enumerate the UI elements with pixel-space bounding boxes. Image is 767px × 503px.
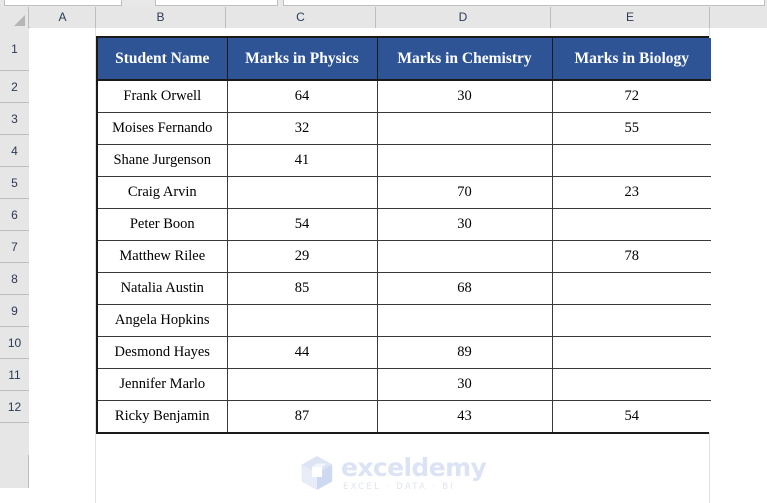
column-header-d[interactable]: D [376,7,551,28]
cell-physics[interactable] [227,176,378,209]
column-header-a[interactable]: A [30,7,96,28]
cell-physics[interactable] [227,304,378,337]
formula-bar-mid-box[interactable] [155,0,278,6]
cell-student-name[interactable]: Craig Arvin [98,176,228,209]
cell-chemistry[interactable] [377,144,553,177]
column-header-band: A B C D E [0,7,767,28]
row-header-9[interactable]: 9 [0,295,29,327]
column-header-f-partial[interactable] [710,7,767,28]
table-row[interactable]: Shane Jurgenson 41 [98,144,711,177]
cell-chemistry[interactable]: 30 [377,80,553,113]
row-header-8[interactable]: 8 [0,263,29,295]
row-header-12[interactable]: 12 [0,391,29,423]
row-header-3[interactable]: 3 [0,103,29,135]
formula-bar-strip [0,0,767,7]
row-header-13-partial[interactable] [0,423,29,455]
cell-student-name[interactable]: Frank Orwell [98,80,228,113]
cell-biology[interactable]: 78 [552,240,711,273]
cell-physics[interactable]: 29 [227,240,378,273]
cell-biology[interactable]: 55 [552,112,711,145]
cell-student-name[interactable]: Ricky Benjamin [98,400,228,432]
name-box[interactable] [4,0,122,6]
cell-physics[interactable]: 44 [227,336,378,369]
cell-chemistry[interactable] [377,240,553,273]
select-all-button[interactable] [0,7,29,28]
row-header-1[interactable]: 1 [0,28,29,71]
cell-chemistry[interactable]: 43 [377,400,553,432]
cell-physics[interactable]: 64 [227,80,378,113]
cell-student-name[interactable]: Angela Hopkins [98,304,228,337]
table-row[interactable]: Moises Fernando 32 55 [98,112,711,145]
header-marks-in-chemistry[interactable]: Marks in Chemistry [377,38,553,81]
cell-chemistry[interactable]: 30 [377,208,553,241]
table-header-row: Student Name Marks in Physics Marks in C… [98,38,711,81]
cell-biology[interactable] [552,144,711,177]
header-student-name[interactable]: Student Name [98,38,228,81]
cell-physics[interactable]: 87 [227,400,378,432]
table-body: Frank Orwell 64 30 72 Moises Fernando 32… [98,80,711,432]
cell-student-name[interactable]: Shane Jurgenson [98,144,228,177]
row-header-5[interactable]: 5 [0,167,29,199]
row-header-7[interactable]: 7 [0,231,29,263]
cell-biology[interactable] [552,368,711,401]
cell-student-name[interactable]: Peter Boon [98,208,228,241]
cell-chemistry[interactable]: 70 [377,176,553,209]
cell-chemistry[interactable]: 89 [377,336,553,369]
row-header-10[interactable]: 10 [0,327,29,359]
cell-biology[interactable] [552,304,711,337]
cell-chemistry[interactable]: 68 [377,272,553,305]
column-header-b[interactable]: B [96,7,226,28]
row-header-11[interactable]: 11 [0,359,29,391]
header-marks-in-biology[interactable]: Marks in Biology [552,38,711,81]
cell-biology[interactable] [552,272,711,305]
table-row[interactable]: Jennifer Marlo 30 [98,368,711,401]
row-header-band: 1 2 3 4 5 6 7 8 9 10 11 12 [0,28,29,488]
cell-biology[interactable]: 54 [552,400,711,432]
cell-chemistry[interactable] [377,304,553,337]
table-row[interactable]: Craig Arvin 70 23 [98,176,711,209]
row-header-4[interactable]: 4 [0,135,29,167]
cell-physics[interactable]: 85 [227,272,378,305]
cell-student-name[interactable]: Natalia Austin [98,272,228,305]
cell-biology[interactable] [552,336,711,369]
cell-student-name[interactable]: Jennifer Marlo [98,368,228,401]
column-header-c[interactable]: C [226,7,376,28]
cell-physics[interactable]: 41 [227,144,378,177]
table-row[interactable]: Matthew Rilee 29 78 [98,240,711,273]
cell-student-name[interactable]: Moises Fernando [98,112,228,145]
header-marks-in-physics[interactable]: Marks in Physics [227,38,378,81]
student-marks-table[interactable]: Student Name Marks in Physics Marks in C… [96,36,711,434]
cell-biology[interactable] [552,208,711,241]
select-all-triangle-icon [14,15,25,26]
table-row[interactable]: Desmond Hayes 44 89 [98,336,711,369]
cell-biology[interactable]: 72 [552,80,711,113]
table-row[interactable]: Frank Orwell 64 30 72 [98,80,711,113]
column-header-e[interactable]: E [551,7,710,28]
table-row[interactable]: Peter Boon 54 30 [98,208,711,241]
formula-bar-input[interactable] [283,0,765,6]
row-header-6[interactable]: 6 [0,199,29,231]
cell-physics[interactable]: 32 [227,112,378,145]
table-row[interactable]: Natalia Austin 85 68 [98,272,711,305]
table-row[interactable]: Ricky Benjamin 87 43 54 [98,400,711,432]
cell-chemistry[interactable] [377,112,553,145]
cell-student-name[interactable]: Matthew Rilee [98,240,228,273]
cell-student-name[interactable]: Desmond Hayes [98,336,228,369]
cell-chemistry[interactable]: 30 [377,368,553,401]
cell-physics[interactable] [227,368,378,401]
table-row[interactable]: Angela Hopkins [98,304,711,337]
row-header-2[interactable]: 2 [0,71,29,103]
cell-biology[interactable]: 23 [552,176,711,209]
cell-physics[interactable]: 54 [227,208,378,241]
spreadsheet-app: A B C D E 1 2 3 4 5 6 7 8 9 10 11 12 Stu… [0,0,767,503]
